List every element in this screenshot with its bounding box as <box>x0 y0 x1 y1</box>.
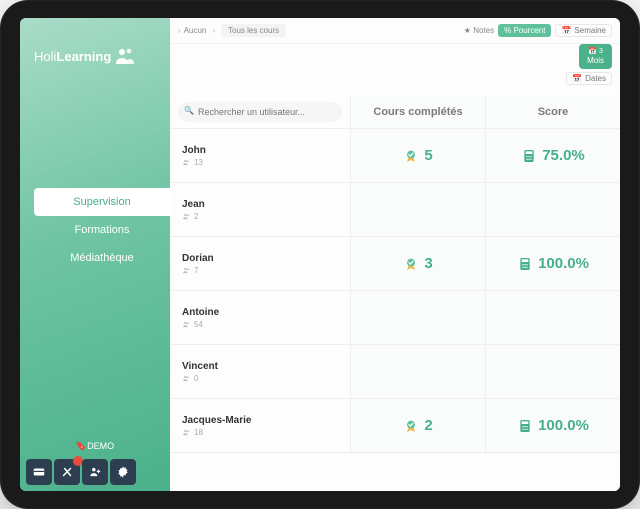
score-cell: 75.0% <box>485 129 620 182</box>
user-count: 54 <box>182 320 338 329</box>
calculator-icon <box>521 148 537 164</box>
calculator-icon <box>517 256 533 272</box>
main: › Aucun › Tous les cours ★ Notes % Pourc… <box>170 18 620 491</box>
users-mini-icon <box>182 212 191 221</box>
user-count: 2 <box>182 212 338 221</box>
calendar-icon: 📅 3 <box>588 48 603 56</box>
user-count: 0 <box>182 374 338 383</box>
sidebar-item-médiathèque[interactable]: Médiathèque <box>34 244 170 272</box>
users-mini-icon <box>182 374 191 383</box>
people-icon <box>113 44 137 68</box>
toggle-week[interactable]: 📅Semaine <box>555 24 612 37</box>
table-row[interactable]: Jacques-Marie 18 2100.0% <box>170 399 620 453</box>
completed-cell <box>350 291 485 344</box>
table-row[interactable]: Jean 2 <box>170 183 620 237</box>
calendar-icon: 📅 <box>561 26 571 35</box>
users-mini-icon <box>182 158 191 167</box>
topbar: › Aucun › Tous les cours ★ Notes % Pourc… <box>170 18 620 44</box>
column-score: Score <box>485 96 620 128</box>
gear-icon[interactable] <box>110 459 136 485</box>
user-name: Jean <box>182 199 338 210</box>
user-count: 13 <box>182 158 338 167</box>
screen: HoliLearning SupervisionFormationsMédiat… <box>20 18 620 491</box>
badge-icon <box>403 256 419 272</box>
table-row[interactable]: Vincent 0 <box>170 345 620 399</box>
score-cell <box>485 345 620 398</box>
bottom-icon-bar <box>20 455 170 491</box>
search-input[interactable] <box>178 102 342 122</box>
calculator-icon <box>517 418 533 434</box>
user-name: Jacques-Marie <box>182 415 338 426</box>
sidebar: HoliLearning SupervisionFormationsMédiat… <box>20 18 170 491</box>
badge-icon <box>403 148 419 164</box>
users-mini-icon <box>182 320 191 329</box>
table-row[interactable]: Dorian 7 3100.0% <box>170 237 620 291</box>
score-cell <box>485 291 620 344</box>
user-count: 7 <box>182 266 338 275</box>
logo: HoliLearning <box>20 18 170 78</box>
breadcrumb-back[interactable]: › Aucun <box>178 26 206 35</box>
column-completed: Cours complétés <box>350 96 485 128</box>
completed-cell: 3 <box>350 237 485 290</box>
user-name: Antoine <box>182 307 338 318</box>
tablet-frame: HoliLearning SupervisionFormationsMédiat… <box>0 0 640 509</box>
score-cell: 100.0% <box>485 399 620 452</box>
nav: SupervisionFormationsMédiathèque <box>20 188 170 272</box>
logo-prefix: Holi <box>34 49 56 64</box>
user-count: 18 <box>182 428 338 437</box>
view-toggles: 📅 3 Mois 📅Dates <box>566 44 612 85</box>
user-name: Vincent <box>182 361 338 372</box>
completed-cell: 2 <box>350 399 485 452</box>
search-cell <box>170 96 350 128</box>
table-row[interactable]: John 13 575.0% <box>170 129 620 183</box>
user-cell: Jacques-Marie 18 <box>170 399 350 452</box>
toggle-notes[interactable]: ★ Notes <box>464 26 494 35</box>
logo-bold: Learning <box>56 49 111 64</box>
user-cell: Dorian 7 <box>170 237 350 290</box>
table-header: Cours complétés Score <box>170 96 620 129</box>
topbar-right: ★ Notes % Pourcent 📅Semaine <box>464 24 612 37</box>
chevron-left-icon: › <box>178 26 181 35</box>
user-add-icon[interactable] <box>82 459 108 485</box>
tools-icon[interactable] <box>54 459 80 485</box>
table-body: John13575.0%Jean2Dorian73100.0%Antoine54… <box>170 129 620 453</box>
crumb-separator: › <box>212 26 215 35</box>
sidebar-item-supervision[interactable]: Supervision <box>34 188 170 216</box>
completed-cell: 5 <box>350 129 485 182</box>
toggle-dates[interactable]: 📅Dates <box>566 72 612 85</box>
toggle-month[interactable]: 📅 3 Mois <box>579 44 612 69</box>
users-mini-icon <box>182 428 191 437</box>
toggle-percent[interactable]: % Pourcent <box>498 24 551 37</box>
user-cell: John 13 <box>170 129 350 182</box>
card-icon[interactable] <box>26 459 52 485</box>
score-cell <box>485 183 620 236</box>
user-name: John <box>182 145 338 156</box>
table-row[interactable]: Antoine 54 <box>170 291 620 345</box>
badge-icon <box>403 418 419 434</box>
users-mini-icon <box>182 266 191 275</box>
filter-all-courses[interactable]: Tous les cours <box>221 24 286 37</box>
score-cell: 100.0% <box>485 237 620 290</box>
user-name: Dorian <box>182 253 338 264</box>
content: Cours complétés Score John 13 575.0% Jean 2 D… <box>170 44 620 491</box>
calendar-icon: 📅 <box>572 74 582 83</box>
user-cell: Vincent 0 <box>170 345 350 398</box>
user-cell: Jean 2 <box>170 183 350 236</box>
completed-cell <box>350 345 485 398</box>
crumb-back-label: Aucun <box>184 26 207 35</box>
completed-cell <box>350 183 485 236</box>
user-cell: Antoine 54 <box>170 291 350 344</box>
demo-button[interactable]: 🔖DEMO <box>20 438 170 455</box>
sidebar-item-formations[interactable]: Formations <box>34 216 170 244</box>
